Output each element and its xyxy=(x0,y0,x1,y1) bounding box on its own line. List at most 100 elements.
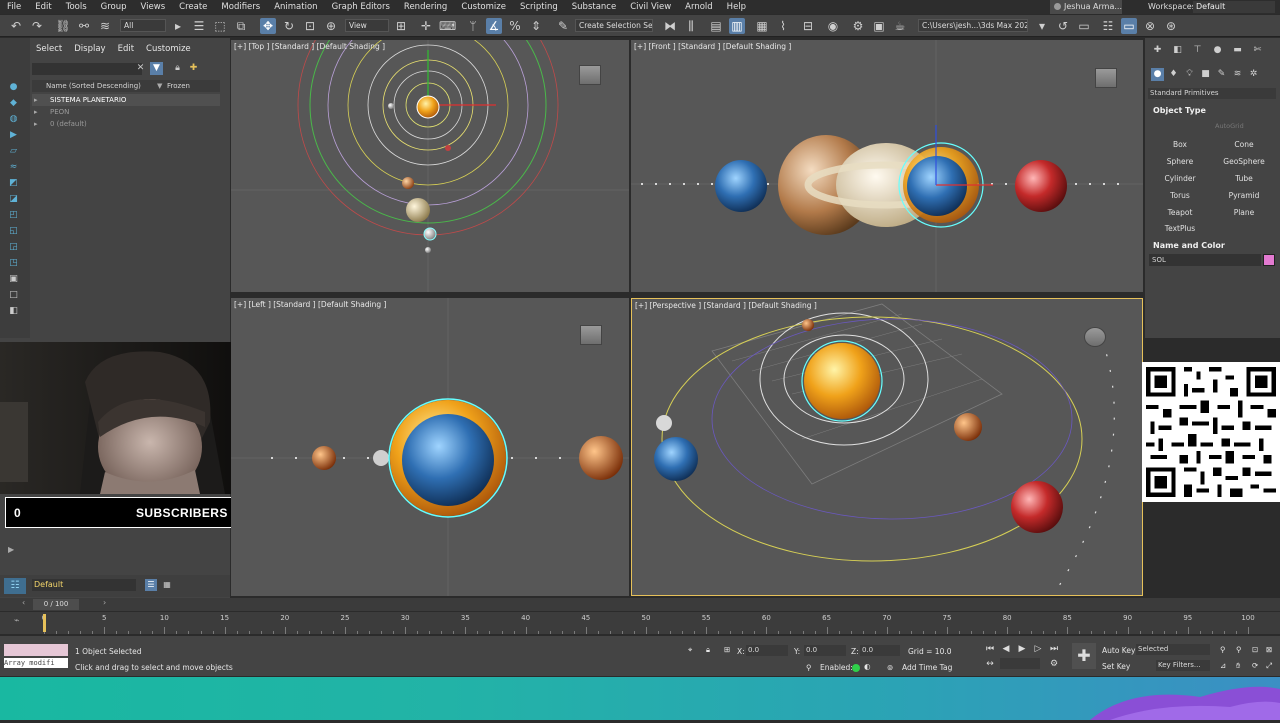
asset-tracking-icon[interactable]: ↺ xyxy=(1055,18,1071,34)
viewport-front-label[interactable]: [+] [Front ] [Standard ] [Default Shadin… xyxy=(634,42,791,51)
select-by-name-icon[interactable]: ☰ xyxy=(191,18,207,34)
viewport-left-label[interactable]: [+] [Left ] [Standard ] [Default Shading… xyxy=(234,300,386,309)
open-mini-curve-editor-icon[interactable]: ⌁ xyxy=(14,616,19,626)
window-crossing-icon[interactable]: ⧉ xyxy=(233,18,249,34)
select-move-icon[interactable]: ✥ xyxy=(260,18,276,34)
menu-modifiers[interactable]: Modifiers xyxy=(214,2,267,12)
explorer-tab-customize[interactable]: Customize xyxy=(140,44,197,54)
column-frozen[interactable]: Frozen xyxy=(167,80,190,92)
expand-icon[interactable]: ▸ xyxy=(34,106,38,118)
undo-icon[interactable]: ↶ xyxy=(8,18,24,34)
layer-grid-icon[interactable]: ▦ xyxy=(161,579,173,591)
rendered-frame-window-icon[interactable]: ▣ xyxy=(871,18,887,34)
selection-lock-icon[interactable]: 🔒︎ xyxy=(706,645,710,655)
key-mode-dropdown[interactable]: Selected xyxy=(1136,644,1210,655)
display-invert-icon[interactable]: ◧ xyxy=(8,306,19,317)
viewport-front[interactable]: [+] [Front ] [Standard ] [Default Shadin… xyxy=(631,40,1143,292)
object-color-swatch[interactable] xyxy=(1263,254,1275,266)
adaptive-degradation-icon[interactable]: ⚲ xyxy=(806,663,812,672)
display-icon[interactable]: ▬ xyxy=(1231,44,1244,57)
material-editor-icon[interactable]: ◉ xyxy=(825,18,841,34)
cameras-icon[interactable]: ■ xyxy=(1199,68,1212,81)
isolate-icon[interactable]: ⌖ xyxy=(688,645,692,655)
primitive-geosphere-button[interactable]: GeoSphere xyxy=(1213,157,1275,166)
viewport-perspective[interactable]: [+] [Perspective ] [Standard ] [Default … xyxy=(631,298,1143,596)
toggle-ribbon-icon[interactable]: ▦ xyxy=(754,18,770,34)
viewport-perspective-label[interactable]: [+] [Perspective ] [Standard ] [Default … xyxy=(635,301,817,310)
key-filters-button[interactable]: Key Filters... xyxy=(1156,660,1210,671)
auto-key-button[interactable]: Auto Key xyxy=(1102,646,1135,655)
viewport-top-label[interactable]: [+] [Top ] [Standard ] [Default Shading … xyxy=(234,42,385,51)
object-type-rollout[interactable]: Object Type xyxy=(1153,106,1206,115)
systems-icon[interactable]: ✲ xyxy=(1247,68,1260,81)
track-bar[interactable]: 0510152025303540455055606570758085909510… xyxy=(0,612,1280,634)
project-settings-icon[interactable]: ▭ xyxy=(1076,18,1092,34)
display-containers-icon[interactable]: ◱ xyxy=(8,226,19,237)
enabled-indicator[interactable] xyxy=(852,664,860,672)
menu-group[interactable]: Group xyxy=(94,2,134,12)
explorer-search-input[interactable] xyxy=(32,63,142,75)
layer-settings-icon[interactable]: ☰ xyxy=(145,579,157,591)
name-color-rollout[interactable]: Name and Color xyxy=(1153,241,1225,250)
mirror-icon[interactable]: ⧓ xyxy=(662,18,678,34)
menu-arnold[interactable]: Arnold xyxy=(678,2,720,12)
display-hidden-icon[interactable]: ◳ xyxy=(8,258,19,269)
spacewarps-icon[interactable]: ≋ xyxy=(1231,68,1244,81)
set-key-button[interactable]: Set Key xyxy=(1102,662,1130,671)
maxscript-listener[interactable] xyxy=(4,644,68,656)
lights-icon[interactable]: 💡︎ xyxy=(1183,68,1196,81)
time-tag-icon[interactable]: ◐ xyxy=(864,662,871,671)
current-frame-field[interactable] xyxy=(1000,658,1040,669)
selection-set-dropdown[interactable]: Create Selection Se xyxy=(575,19,653,32)
display-xrefs-icon[interactable]: ◪ xyxy=(8,194,19,205)
menu-tools[interactable]: Tools xyxy=(59,2,94,12)
absolute-mode-icon[interactable]: ⊞ xyxy=(724,645,730,654)
clear-search-icon[interactable]: ✕ xyxy=(134,62,147,75)
project-folder-icon[interactable]: ▾ xyxy=(1034,18,1050,34)
menu-create[interactable]: Create xyxy=(172,2,214,12)
current-layer-dropdown[interactable]: Default xyxy=(32,579,136,591)
menu-animation[interactable]: Animation xyxy=(267,2,324,12)
filter-icon[interactable]: ▼ xyxy=(150,62,163,75)
render-production-icon[interactable]: ☕ xyxy=(892,18,908,34)
primitive-box-button[interactable]: Box xyxy=(1149,140,1211,149)
workspace-dropdown[interactable]: Default xyxy=(1193,1,1275,13)
primitive-textplus-button[interactable]: TextPlus xyxy=(1149,224,1211,233)
display-lights-icon[interactable]: ◍ xyxy=(8,114,19,125)
display-helpers-icon[interactable]: ▱ xyxy=(8,146,19,157)
expand-icon[interactable]: ▸ xyxy=(34,94,38,106)
explorer-tab-select[interactable]: Select xyxy=(30,44,68,54)
display-cameras-icon[interactable]: ▶ xyxy=(8,130,19,141)
menu-rendering[interactable]: Rendering xyxy=(397,2,454,12)
curve-editor-icon[interactable]: ⌇ xyxy=(775,18,791,34)
shapes-icon[interactable]: ♦ xyxy=(1167,68,1180,81)
snaps-toggle-icon[interactable]: ᛘ xyxy=(465,18,481,34)
primitive-tube-button[interactable]: Tube xyxy=(1213,174,1275,183)
spinner-snap-icon[interactable]: ⇕ xyxy=(528,18,544,34)
toggle-scene-explorer-icon[interactable]: ▤ xyxy=(708,18,724,34)
column-name[interactable]: Name (Sorted Descending) xyxy=(46,80,141,92)
category-dropdown[interactable]: Standard Primitives xyxy=(1148,88,1276,99)
primitive-pyramid-button[interactable]: Pyramid xyxy=(1213,191,1275,200)
globe-icon[interactable]: ⊛ xyxy=(1163,18,1179,34)
previous-frame-icon[interactable]: ◀ xyxy=(1000,643,1012,655)
geometry-icon[interactable]: ● xyxy=(1151,68,1164,81)
add-layer-icon[interactable]: ✚ xyxy=(187,62,200,75)
render-setup-icon[interactable]: ⚙ xyxy=(850,18,866,34)
align-icon[interactable]: ⫼ xyxy=(683,18,699,34)
zoom-icon[interactable]: ⚲ xyxy=(1220,645,1226,654)
layout-toggle-icon[interactable]: ▭ xyxy=(1121,18,1137,34)
x-coordinate-field[interactable]: 0.0 xyxy=(746,645,788,656)
next-frame-icon[interactable]: ▷ xyxy=(1032,643,1044,655)
y-coordinate-field[interactable]: 0.0 xyxy=(804,645,846,656)
zoom-all-icon[interactable]: ⚲ xyxy=(1236,645,1242,654)
play-icon[interactable]: ▶ xyxy=(1016,643,1028,655)
go-to-start-icon[interactable]: ⏮ xyxy=(984,643,996,655)
menu-help[interactable]: Help xyxy=(720,2,753,12)
prev-frame-icon[interactable]: ‹ xyxy=(22,598,25,607)
user-account-button[interactable]: Jeshua Arma... xyxy=(1050,0,1122,14)
rect-selection-icon[interactable]: ⬚ xyxy=(212,18,228,34)
viewcube-perspective[interactable] xyxy=(1084,327,1106,347)
select-place-icon[interactable]: ⊕ xyxy=(323,18,339,34)
angle-snap-icon[interactable]: ∡ xyxy=(486,18,502,34)
